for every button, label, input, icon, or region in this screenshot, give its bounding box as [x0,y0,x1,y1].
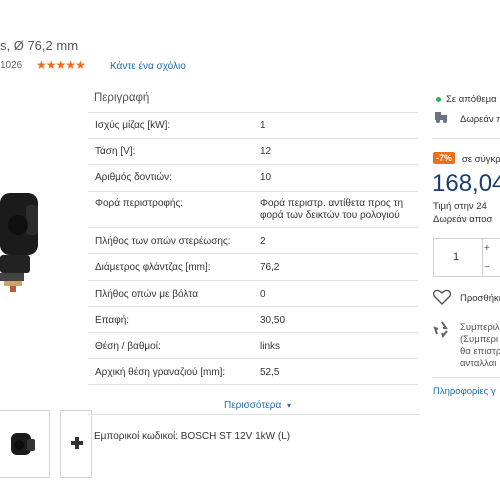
increase-quantity-button[interactable]: + [484,243,490,254]
discount-badge: -7% [433,152,456,164]
product-code: 1026 [0,60,23,71]
recycle-info: Συμπεριλ (Συμπερι θα επιστρ ανταλλαι [460,322,500,370]
stock-status: Σε απόθεμα [446,94,497,105]
thumbnail-image [11,433,35,455]
spec-value: 10 [260,172,272,183]
unit-price: Τιμή στην 24 [433,201,487,212]
free-shipping: Δωρεάν αποσ [433,214,493,225]
spec-value-line1: Φορά περιστρ. αντίθετα προς τη [260,198,404,209]
price: 168,04 [432,170,500,197]
table-row: Διάμετρος φλάντζας [mm]: 76,2 [88,253,418,281]
spec-value: links [260,341,281,352]
product-title: s, Ø 76,2 mm [0,38,79,53]
spec-label: Φορά περιστροφής: [95,198,184,209]
info-link[interactable]: Πληροφορίες γ [433,386,496,397]
spec-value: 2 [260,236,266,247]
spec-label: Αρχική θέση γραναζιού [mm]: [95,367,226,378]
table-row: Αριθμός δοντιών: 10 [88,164,418,192]
write-review-link[interactable]: Κάντε ένα σχόλιο [110,61,186,72]
star-icon: ★ [45,58,57,72]
quantity-input[interactable]: 1 [453,251,459,263]
spec-label: Πλήθος οπών με βόλτα [95,289,198,300]
table-row: Πλήθος των οπών στερέωσης: 2 [88,227,418,254]
star-icon: ★ [75,58,86,72]
table-row: Θέση / βαθμοί: links [88,332,418,359]
add-to-wishlist[interactable]: Προσθήκη [460,293,500,304]
truck-icon [435,112,447,123]
spec-value: 76,2 [260,262,280,273]
recycle-line: θα επιστρ [460,346,500,357]
star-icon: ★ [55,58,67,72]
spec-label: Θέση / βαθμοί: [95,341,161,352]
table-row: Τάση [V]: 12 [88,138,418,165]
table-row: Αρχική θέση γραναζιού [mm]: 52,5 [88,358,418,385]
spec-label: Ισχύς μίζας [kW]: [95,120,171,131]
table-row: Ισχύς μίζας [kW]: 1 [88,112,418,139]
spec-label: Τάση [V]: [95,146,136,157]
description-heading: Περιγραφή [94,92,150,104]
recycle-line: (Συμπερι [460,334,499,345]
rating-stars: ★★★★★ [36,58,86,72]
spec-value-line2: φορά των δεικτών του ρολογιού [260,210,400,221]
thumbnail-1[interactable] [0,410,50,478]
decrease-quantity-button[interactable]: − [484,262,490,273]
show-more-label: Περισσότερα [224,400,282,411]
trade-codes: Εμπορικοί κωδικοί: BOSCH ST 12V 1kW (L) [94,431,291,442]
spec-value: 30,50 [260,315,286,326]
spec-value: 1 [260,120,266,131]
recycle-line: Συμπεριλ [460,322,500,333]
table-row: Φορά περιστροφής: Φορά περιστρ. αντίθετα… [88,191,418,228]
stock-status-icon [436,97,441,102]
spec-label: Επαφή: [95,315,130,326]
show-more-button[interactable]: Περισσότερα ▾ [224,400,291,411]
spec-label: Αριθμός δοντιών: [95,172,172,183]
table-row: Πλήθος οπών με βόλτα 0 [88,280,418,307]
delivery-info: Δωρεάν π [460,114,500,125]
spec-value: 0 [260,289,266,300]
divider [88,414,420,415]
thumbnail-2[interactable] [60,410,92,478]
spec-label: Διάμετρος φλάντζας [mm]: [95,262,211,273]
table-bottom-border [88,384,418,385]
recycle-line: ανταλλαι [460,358,497,369]
spec-label: Πλήθος των οπών στερέωσης: [95,236,231,247]
chevron-down-icon: ▾ [287,401,292,410]
recycle-icon [433,321,448,338]
spec-value: 12 [260,146,272,157]
divider [432,377,500,378]
heart-icon[interactable] [433,289,451,305]
product-image [0,193,38,292]
table-row: Επαφή: 30,50 [88,306,418,333]
thumbnail-image [71,437,83,449]
compare-text: σε σύγκρ [462,154,500,165]
star-icon: ★ [36,58,47,72]
star-icon: ★ [65,58,76,72]
divider [432,138,500,139]
spec-value: 52,5 [260,367,280,378]
